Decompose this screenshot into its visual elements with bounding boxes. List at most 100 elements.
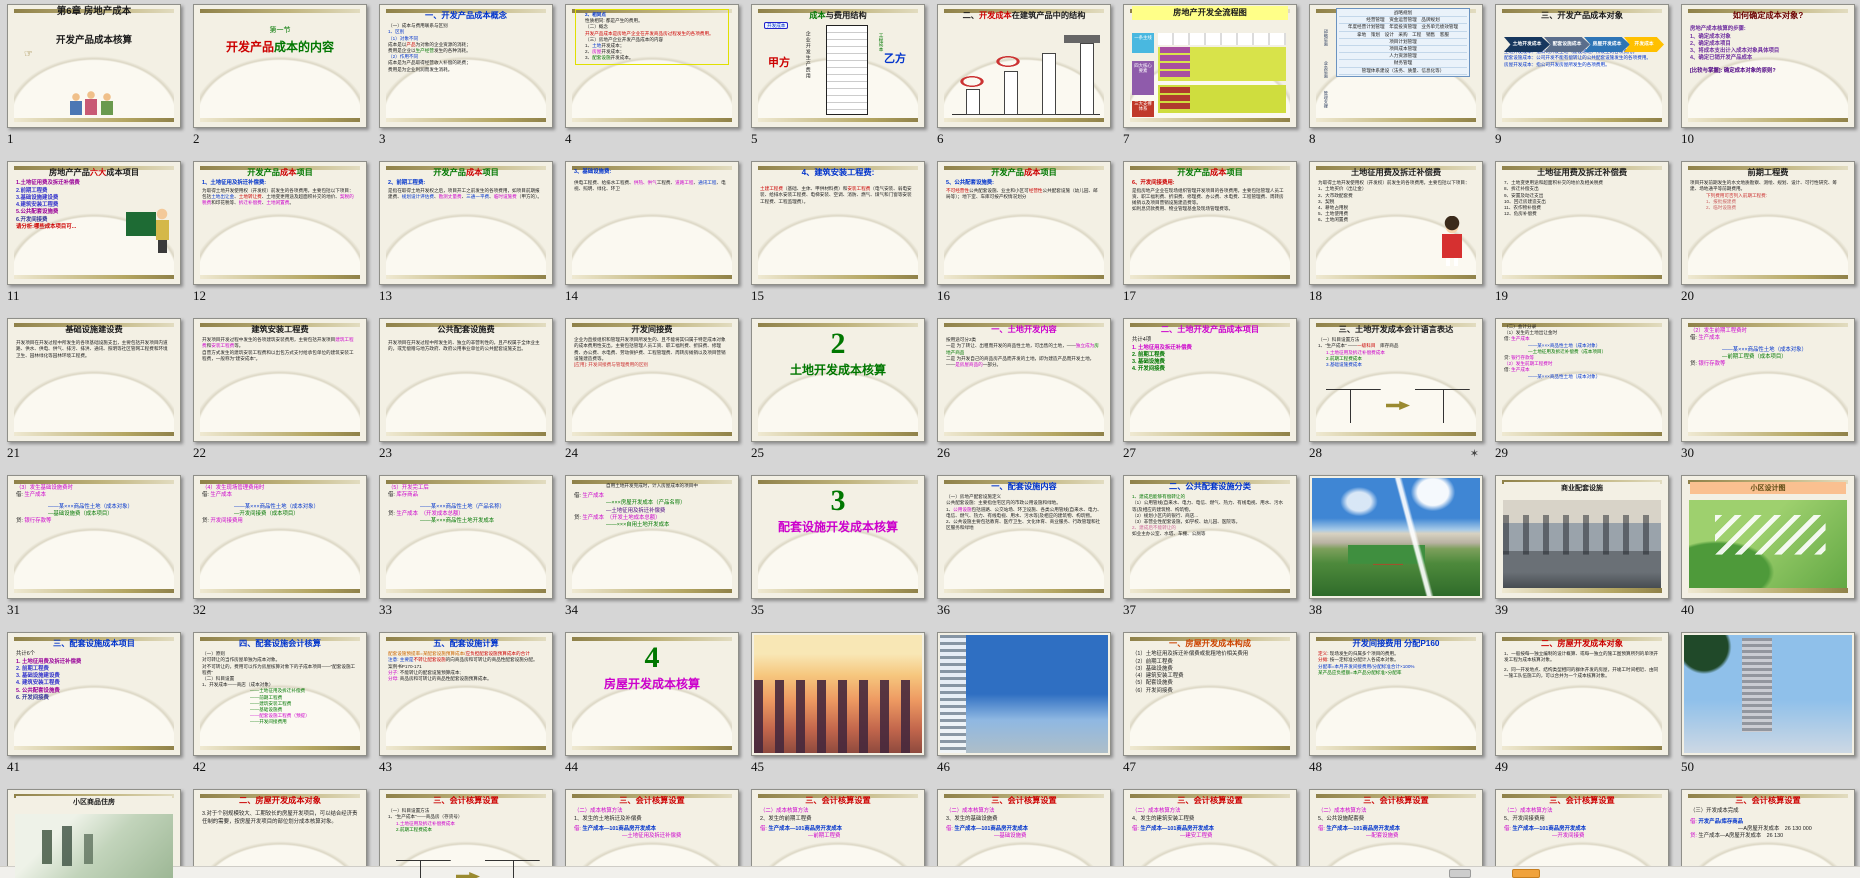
slide-thumbnail[interactable]: 房地产开发全流程图 一条主线 四大核心要素 三大支撑体系 — [1123, 4, 1297, 128]
slide-thumbnail[interactable]: 一、开发产品成本概念 （一）成本与费用联系与区别 1、区别 （1）对象不同 成本是以产品… — [379, 4, 553, 128]
slide-thumbnail[interactable] — [937, 632, 1111, 756]
slide-thumbnail[interactable]: 4、建筑安装工程费: 土建工程费（基础、主体、甲供材料费）和安装工程费（电气安装、… — [751, 161, 925, 285]
slide-text: 开发项目在开发过程中所发生的各项基础设施支出，主要包括开发项目内道路、供水、供电… — [16, 340, 168, 358]
fan-background-decoration — [944, 54, 1104, 118]
slide-text: ——开发间接费用 — [250, 719, 287, 725]
template-bottom-bar-decoration — [14, 274, 174, 279]
slide-number-row: 34 — [565, 601, 737, 619]
template-bottom-bar-decoration — [944, 117, 1104, 122]
slide-thumbnail[interactable]: 开发产品成本项目 1、土地征用及拆迁补偿费: 为取得土地开发使用权（开发权）前发生的… — [193, 161, 367, 285]
slide-thumbnail[interactable]: 公共配套设施费 开发项目在开发过程中所发生的、独立的非营利性的，且产权属于全体业主… — [379, 318, 553, 442]
slide-thumbnail[interactable]: 二、开发成本在建筑产品中的结构 — [937, 4, 1111, 128]
slide-thumbnail[interactable]: 前期工程费 项目开发前期发生的水文地质勘察、测绘、规划、设计、可行性研究、筹建、场… — [1681, 161, 1855, 285]
slide-number-row: 10 — [1681, 130, 1853, 148]
slide-thumbnail[interactable]: 二、公共配套设施分类 1、建成后能够有偿转让的 （1）公用管线(自来水、电力、电信、… — [1123, 475, 1297, 599]
slide-thumbnail[interactable]: 二、房屋开发成本对象 3.对于个别规模较大、工期较长的房屋开发项目，可以结合经济责… — [193, 789, 367, 878]
slide-thumbnail[interactable]: 基础设施建设费 开发项目在开发过程中所发生的各项基础设施支出，主要包括开发项目内道… — [7, 318, 181, 442]
slide-thumbnail[interactable]: 3、基础设施费: 供电工程费、给排水工程费、供热、供气工程费、道路工程、通讯工程、… — [565, 161, 739, 285]
slide-thumbnail[interactable]: 三、会计核算设置 （二）成本核算方法 5、开发间接费用 借: 生产成本—101商品房开… — [1495, 789, 1669, 878]
slide-text: （2）规划小区内的银行、商店... — [1132, 512, 1199, 518]
slide-thumbnail[interactable]: 一、土地开发内容 按用途可分2类 一是 为了转让、出租而开发的商品性土地，可出售的土… — [937, 318, 1111, 442]
slide-number: 24 — [565, 445, 578, 460]
slide-text: 1. 土地征用费及拆迁补偿费 — [16, 658, 82, 665]
slide-thumbnail[interactable]: 三、开发产品成本对象土地开发成本：指公司开发土地（建设场地）所发生的各项费用。配… — [1495, 4, 1669, 128]
slide-thumbnail[interactable]: 开发产品成本项目 6、开发间接费用: 是指房地产企业在现场组织管理开发项目的各项费用… — [1123, 161, 1297, 285]
slide-thumbnail[interactable]: 自用土地开发完成时，计入房屋成本的项目中 借: 生产成本 —×××房屋开发成本（产品… — [565, 475, 739, 599]
slide-thumbnail[interactable]: 开发间接费用 分配P160 定义: 现场发生的归属多个项目的费用。 分摊: 按一定标… — [1309, 632, 1483, 756]
slide-thumbnail[interactable] — [1309, 475, 1483, 599]
slide-number-row: 16 — [937, 287, 1109, 305]
slide-thumbnail[interactable]: 一、配套设施内容 （一）房地产配套设施定义 公共配套设施：主要指住宅区内的市政公用设… — [937, 475, 1111, 599]
slide-thumbnail[interactable]: 2、相同点 性质相同: 都是产生的费用。 （二）概念 开发产品成本是房地产企业在开发商… — [565, 4, 739, 128]
slide-text: ——某×××商品性土地（成本对象） — [1528, 373, 1601, 379]
slide-thumbnail[interactable]: 三、会计核算设置 （二）成本核算方法 1、发生的土地拆迁及补偿费 借: 生产成本—10… — [565, 789, 739, 878]
slide-thumbnail[interactable]: 土地征用费及拆迁补偿费 为取得土地开发使用权（开发权）前发生的各项费用，主要包括以… — [1309, 161, 1483, 285]
slide-thumbnail[interactable]: （4）发生现场管理费用时 借: 生产成本 ——某×××商品性土地（成本对象） —开发间… — [193, 475, 367, 599]
slide-thumbnail[interactable]: 三、土地开发成本会计语言表达 （一）科目设置方法 1、“生产成本” ——一级科目 库… — [1309, 318, 1483, 442]
slide-text: 1. 土地征用及拆迁补偿费 — [1132, 344, 1192, 351]
slide-thumbnail[interactable]: 二、房屋开发成本对象 1、一般按每一独立编制的设计概算、或每一独立的施工图预算所列… — [1495, 632, 1669, 756]
slide-thumbnail[interactable]: 三、会计核算设置 （二）成本核算方法 4、发生的建筑安装工程费 借: 生产成本—101… — [1123, 789, 1297, 878]
slide-thumbnail[interactable]: 开发产品成本项目 5、公共配套设施费: 不可经营性公共配套设施、业主和小区可经营性公… — [937, 161, 1111, 285]
slide-thumbnail[interactable]: （2）发生前期工程费时 借: 生产成本 ——某×××商品性土地（成本对象） —前期工程… — [1681, 318, 1855, 442]
slide-text: （二）概念 — [585, 24, 608, 30]
slide-text: 项目开发前期发生的水文地质勘察、测绘、规划、设计、可行性研究、筹建、场地通平等前… — [1690, 180, 1838, 192]
slide-text: 2、临时设施费 — [1706, 205, 1737, 210]
slide-text: 5. 公共配套设施费 — [16, 687, 60, 694]
fan-background-decoration — [14, 54, 174, 118]
slide-thumbnail[interactable]: 商业配套设施 — [1495, 475, 1669, 599]
highlighted-scrollbar-button[interactable] — [1512, 869, 1540, 878]
slide-text-line: 成本与费用结构 — [752, 6, 924, 23]
slide-thumbnail[interactable]: 如何确定成本对象? 房地产成本核算的步骤: 1、确定成本对象 2、确定成本项目 3、将成… — [1681, 4, 1855, 128]
slide-thumbnail[interactable]: 4 房屋开发成本核算 — [565, 632, 739, 756]
slide-text-line: 五、配套设施计算 — [380, 634, 552, 651]
fan-background-decoration — [1502, 682, 1662, 746]
slide-thumbnail[interactable]: 小区设计图 — [1681, 475, 1855, 599]
slide-number-row: 32 — [193, 601, 365, 619]
slide-thumbnail[interactable]: （二）会计分录 （1）发生的土地出让金时 借: 生产成本 ——某×××商品性土地（成本… — [1495, 318, 1669, 442]
slide-thumbnail[interactable]: 第6章 房地产成本 开发产品成本核算 ☞ — [7, 4, 181, 128]
slide-thumbnail[interactable]: 房地产产品六大成本项目 1.土地征用费及拆迁补偿费 2.前期工程费 3.基础设施建设费… — [7, 161, 181, 285]
slide-thumbnail[interactable]: 成本与费用结构 开发成本 甲方 企业开发生产费用 乙方 工程成本 — [751, 4, 925, 128]
slide-number: 22 — [193, 445, 206, 460]
slide-thumbnail[interactable]: 2 土地开发成本核算 — [751, 318, 925, 442]
bottom-scrollbar[interactable] — [0, 866, 1860, 878]
slide-text: 企业为直接组织和管理开发项目所发生的、且不能将其归属于特定成本对象的成本费用性支… — [574, 337, 726, 361]
slide-thumbnail[interactable] — [1681, 632, 1855, 756]
slide-thumbnail[interactable]: （5）开发完工后 借: 库存商品 ——某×××商品性土地（产品名称） 贷: 生产成本 … — [379, 475, 553, 599]
slide-thumbnail[interactable]: 二、土地开发产品成本项目 共计4项 1. 土地征用及拆迁补偿费 2. 前期工程费 3. … — [1123, 318, 1297, 442]
slide-thumbnail[interactable]: 四、配套设施会计核算 （一）原则 对可转让的当作房屋单独为成本对象。 对不可转让的，费… — [193, 632, 367, 756]
slide-thumbnail[interactable]: 一、房屋开发成本构成 （1）土地征用及拆迁补偿费或批租地价相关费用 （2）前期工程费… — [1123, 632, 1297, 756]
slide-thumbnail[interactable]: 3 配套设施开发成本核算 — [751, 475, 925, 599]
slide-thumbnail[interactable]: 三、会计核算设置 （三）开发成本完成 借: 开发产品/库存商品 —A房屋开发成本 26… — [1681, 789, 1855, 878]
slide-thumbnail[interactable]: 三、会计核算设置 （二）成本核算方法 5、公共设施配套费 借: 生产成本—101商品房… — [1309, 789, 1483, 878]
slide-text: 三、会计核算设置 — [991, 796, 1057, 805]
slide-thumbnail[interactable]: 小区商品住房 — [7, 789, 181, 878]
slide-thumbnail[interactable]: 开发间接费 企业为直接组织和管理开发项目所发生的、且不能将其归属于特定成本对象的成… — [565, 318, 739, 442]
slide-text: 3、基础设施费: — [574, 169, 612, 175]
slide-thumbnail[interactable]: 战略规划 经营管理 资金运营管理 品牌规划 年度经营计划管理 年度投资管理 业务单元… — [1309, 4, 1483, 128]
slide-thumbnail[interactable]: 三、会计核算设置 （二）成本核算方法 3、发生的基础设施费 借: 生产成本—101商品… — [937, 789, 1111, 878]
slide-thumbnail[interactable]: 三、配套设施成本项目 共计6个 1. 土地征用费及拆迁补偿费 2. 前期工程费 3. 基… — [7, 632, 181, 756]
scrollbar-thumb[interactable] — [1449, 869, 1471, 878]
slide-thumbnail[interactable]: 开发产品成本项目 2、前期工程费: 是指在取得土地开发权之后，项目开工之前发生的各项… — [379, 161, 553, 285]
slide-body: （2）发生前期工程费时 借: 生产成本 ——某×××商品性土地（成本对象） —前期工程… — [1682, 319, 1854, 368]
slide-text: 生产成本—101商品房开发成本 — [954, 825, 1029, 832]
slide-thumbnail[interactable]: 三、会计核算设置 （一）科目设置方法 1、“生产成本”——商品房（存货号） 1.土地征… — [379, 789, 553, 878]
slide-thumbnail[interactable]: 五、配套设施计算 配套设施预提率=某配套设施预算成本/应负担配套设施预算成本的合计… — [379, 632, 553, 756]
slide-text: 产品 — [406, 41, 416, 47]
slide-number-row: 26 — [937, 444, 1109, 462]
slide-thumbnail[interactable]: 土地征用费及拆迁补偿费 7、土地变更用途和超面积补交的地价及相关税费 8、拆迁补偿支… — [1495, 161, 1669, 285]
slide-body: （4）发生现场管理费用时 借: 生产成本 ——某×××商品性土地（成本对象） —开发间… — [194, 476, 366, 525]
slide-text: 按用途可分2类 — [946, 337, 977, 343]
slide-thumbnail[interactable]: （3）发生基础设施费时 借: 生产成本 ——某×××商品性土地（成本对象） —基础设施… — [7, 475, 181, 599]
slide-thumbnail[interactable] — [751, 632, 925, 756]
slide-text-line: [比较与掌握]: 确定成本对象的原则? — [1682, 68, 1854, 75]
slide-thumbnail[interactable]: 三、会计核算设置 （二）成本核算方法 2、发生的前期工程费 借: 生产成本—101商品… — [751, 789, 925, 878]
slide-thumbnail[interactable]: 第一节 开发产品成本的内容 — [193, 4, 367, 128]
slide-text: 四、配套设施会计核算 — [239, 639, 321, 648]
slide-thumbnail[interactable]: 建筑安装工程费 开发项目开发过程中发生的各项建筑安装费用，主要包括开发项目建筑工程… — [193, 318, 367, 442]
slide-text: 请分析:哪些成本项目可... — [16, 224, 77, 231]
